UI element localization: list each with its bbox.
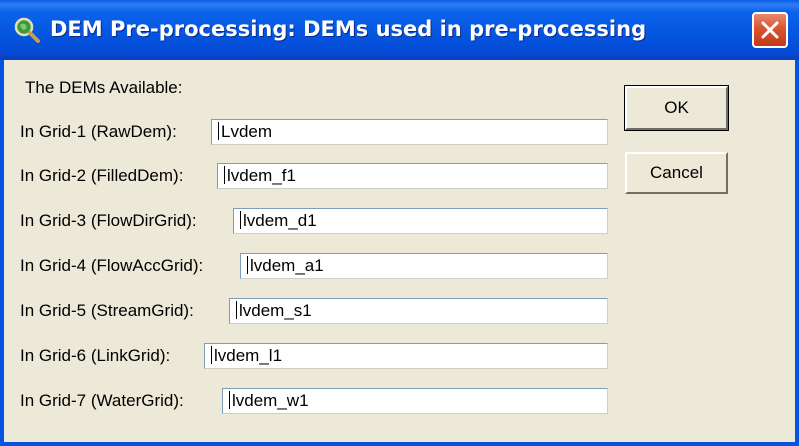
grid-7-label: In Grid-7 (WaterGrid): (20, 391, 184, 410)
magnifier-globe-icon (14, 17, 40, 43)
close-button[interactable] (752, 12, 788, 48)
grid-4-field[interactable]: lvdem_a1 (240, 253, 608, 279)
close-icon (759, 19, 781, 41)
grid-7-field[interactable]: lvdem_w1 (222, 388, 608, 414)
cancel-button[interactable]: Cancel (625, 152, 728, 194)
grid-5-field[interactable]: lvdem_s1 (229, 298, 608, 324)
grid-5-label: In Grid-5 (StreamGrid): (20, 301, 194, 320)
grid-2-field[interactable]: lvdem_f1 (217, 163, 608, 189)
grid-3-field[interactable]: lvdem_d1 (233, 208, 608, 234)
window-frame-left (0, 60, 4, 446)
window-frame-bottom (0, 442, 799, 446)
grid-6-field[interactable]: lvdem_l1 (204, 343, 608, 369)
ok-button[interactable]: OK (624, 85, 729, 131)
grid-1-field[interactable]: Lvdem (211, 119, 608, 145)
dems-available-heading: The DEMs Available: (25, 78, 183, 97)
grid-1-label: In Grid-1 (RawDem): (20, 122, 177, 141)
grid-3-label: In Grid-3 (FlowDirGrid): (20, 211, 197, 230)
dialog-window: DEM Pre-processing: DEMs used in pre-pro… (0, 0, 799, 446)
grid-2-label: In Grid-2 (FilledDem): (20, 166, 184, 185)
grid-6-label: In Grid-6 (LinkGrid): (20, 346, 171, 365)
window-title: DEM Pre-processing: DEMs used in pre-pro… (50, 17, 647, 41)
title-bar[interactable]: DEM Pre-processing: DEMs used in pre-pro… (0, 0, 799, 60)
grid-4-label: In Grid-4 (FlowAccGrid): (20, 256, 204, 275)
window-frame-right (795, 60, 799, 446)
